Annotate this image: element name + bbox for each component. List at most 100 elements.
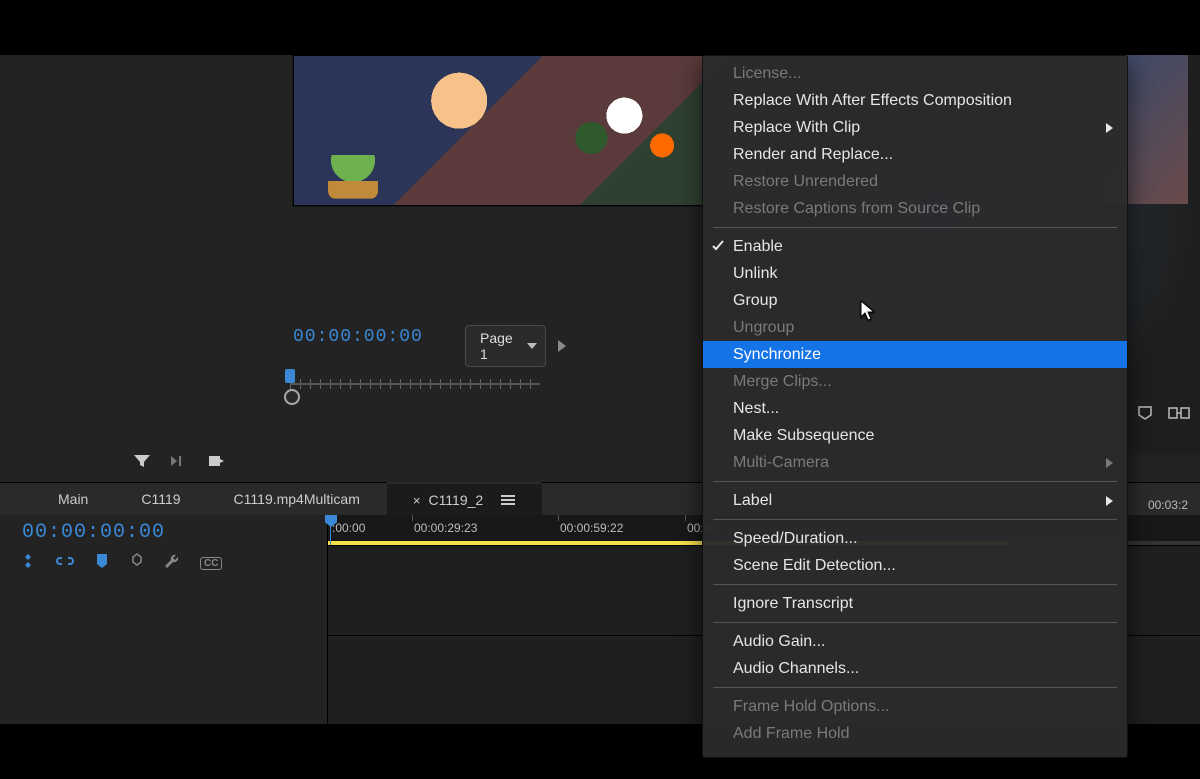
menu-item: Restore Captions from Source Clip [703,195,1127,222]
menu-item-label: Audio Channels... [733,660,859,678]
menu-separator [713,227,1117,228]
menu-item[interactable]: Group [703,287,1127,314]
menu-item-label: Speed/Duration... [733,530,858,548]
submenu-arrow-icon [1106,458,1113,468]
playhead-knob[interactable] [285,369,295,383]
sequence-tab[interactable]: C1119 [115,483,207,515]
next-page-button[interactable] [558,340,566,352]
captions-icon[interactable]: CC [200,557,222,570]
submenu-arrow-icon [1106,496,1113,506]
comparison-view-icon[interactable] [1168,405,1190,425]
menu-item-label: Merge Clips... [733,373,832,391]
menu-item[interactable]: Enable [703,233,1127,260]
program-monitor-buttons [1136,405,1190,425]
source-video-thumbnail[interactable] [293,55,767,206]
page-dropdown[interactable]: Page 1 [465,325,546,367]
menu-item-label: Replace With After Effects Composition [733,92,1012,110]
insert-icon[interactable] [169,453,189,469]
letterbox-top [0,0,1200,55]
menu-item-label: Nest... [733,400,779,418]
submenu-arrow-icon [1106,123,1113,133]
menu-item-label: License... [733,65,801,83]
menu-item: Merge Clips... [703,368,1127,395]
menu-item[interactable]: Replace With After Effects Composition [703,87,1127,114]
menu-item-label: Make Subsequence [733,427,874,445]
menu-item[interactable]: Scene Edit Detection... [703,552,1127,579]
menu-item[interactable]: Label [703,487,1127,514]
text-panel: 00:00:00:00 Page 1 [60,55,560,483]
track-header: 00:00:00:00 [0,515,328,724]
menu-item[interactable]: Synchronize [703,341,1127,368]
menu-separator [713,622,1117,623]
wrench-icon[interactable] [164,553,180,573]
text-panel-timecode[interactable]: 00:00:00:00 [293,327,423,347]
menu-item[interactable]: Audio Gain... [703,628,1127,655]
menu-item-label: Render and Replace... [733,146,893,164]
menu-item-label: Synchronize [733,346,821,364]
sequence-tab[interactable]: × C1119_2 [387,482,542,516]
sequence-tab-label: C1119 [141,491,180,507]
chevron-down-icon [527,343,537,349]
sequence-tab-label: C1119_2 [428,492,483,508]
menu-item-label: Group [733,292,777,310]
ruler-tick: :00:00 [332,521,365,535]
ruler-tick: 00:00:59:22 [560,521,623,535]
filter-icon[interactable] [133,453,151,469]
menu-separator [713,584,1117,585]
menu-item-label: Enable [733,238,783,256]
linked-selection-icon[interactable] [56,553,74,573]
page-selector-group: Page 1 [465,325,566,367]
timeline-settings-icon[interactable] [130,553,144,573]
transcript-playhead[interactable] [283,365,560,405]
menu-separator [713,687,1117,688]
menu-item-label: Ignore Transcript [733,595,853,613]
add-marker-icon[interactable] [94,553,110,573]
checkmark-icon [711,239,725,253]
menu-item[interactable]: Render and Replace... [703,141,1127,168]
menu-item[interactable]: Audio Channels... [703,655,1127,682]
timeline-timecode[interactable]: 00:00:00:00 [22,521,165,544]
menu-item-label: Restore Unrendered [733,173,878,191]
menu-item: License... [703,60,1127,87]
page-dropdown-label: Page 1 [480,330,513,362]
ruler-tick: 00:00:29:23 [414,521,477,535]
menu-item[interactable]: Nest... [703,395,1127,422]
close-icon[interactable]: × [413,493,421,508]
menu-item[interactable]: Unlink [703,260,1127,287]
menu-item[interactable]: Replace With Clip [703,114,1127,141]
zoom-handle-icon[interactable] [284,389,300,405]
app-window: 00:00:00:00 Page 1 [0,55,1200,724]
sequence-tab[interactable]: Main [32,483,115,515]
playhead-track [290,383,540,385]
menu-item-label: Ungroup [733,319,794,337]
marker-icon[interactable] [1136,405,1154,425]
menu-item-label: Unlink [733,265,777,283]
menu-item: Restore Unrendered [703,168,1127,195]
timeline-tool-row: CC [20,553,222,573]
sequence-tab[interactable]: C1119.mp4Multicam [208,483,387,515]
text-panel-toolbar [133,453,225,469]
menu-item-label: Label [733,492,772,510]
menu-item: Multi-Camera [703,449,1127,476]
menu-item-label: Replace With Clip [733,119,860,137]
clip-context-menu[interactable]: License... Replace With After Effects Com… [702,55,1128,758]
overwrite-icon[interactable] [207,453,225,469]
menu-item-label: Scene Edit Detection... [733,557,896,575]
menu-item[interactable]: Make Subsequence [703,422,1127,449]
menu-separator [713,519,1117,520]
sequence-tab-label: Main [58,491,88,507]
menu-item[interactable]: Ignore Transcript [703,590,1127,617]
snap-icon[interactable] [20,553,36,573]
menu-item[interactable]: Speed/Duration... [703,525,1127,552]
menu-item-label: Restore Captions from Source Clip [733,200,980,218]
menu-item-label: Frame Hold Options... [733,698,890,716]
menu-separator [713,481,1117,482]
menu-item-label: Audio Gain... [733,633,826,651]
menu-item: Frame Hold Options... [703,693,1127,720]
menu-item: Add Frame Hold [703,720,1127,747]
sequence-tab-label: C1119.mp4Multicam [234,491,360,507]
menu-item: Ungroup [703,314,1127,341]
right-ruler-label: 00:03:2 [1148,498,1188,512]
panel-menu-icon[interactable] [501,495,515,505]
menu-item-label: Add Frame Hold [733,725,850,743]
